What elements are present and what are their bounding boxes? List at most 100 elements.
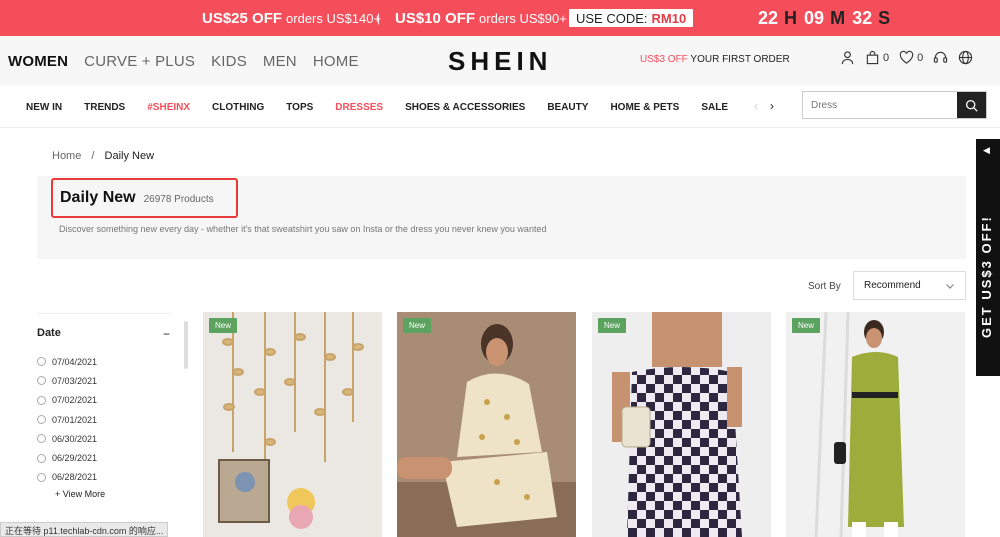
date-option[interactable]: 07/02/2021	[37, 391, 97, 410]
category-men[interactable]: MEN	[263, 53, 297, 70]
date-option[interactable]: 06/28/2021	[37, 468, 97, 487]
product-card[interactable]: New	[786, 312, 965, 537]
nav-dresses[interactable]: DRESSES	[335, 102, 383, 113]
breadcrumb-current: Daily New	[104, 150, 155, 162]
title-highlight: Daily New 26978 Products	[51, 178, 238, 218]
nav-sale[interactable]: SALE	[701, 102, 728, 113]
timer-seconds-unit: S	[878, 7, 891, 28]
date-option-label: 06/29/2021	[52, 453, 98, 464]
cart-count: 0	[883, 51, 890, 64]
page-title: Daily New	[60, 189, 136, 206]
product-card[interactable]: New	[203, 312, 382, 537]
site-header: WOMEN CURVE + PLUS KIDS MEN HOME SHEIN U…	[0, 36, 1000, 86]
support-button[interactable]	[933, 50, 948, 65]
breadcrumb-home[interactable]: Home	[52, 150, 81, 162]
timer-seconds: 32	[852, 7, 873, 28]
new-badge: New	[792, 318, 821, 333]
promo-offer-1-condition: orders US$140+	[286, 10, 382, 26]
globe-icon	[959, 50, 973, 65]
nav-sheinx[interactable]: #SHEINX	[147, 102, 190, 113]
get-offer-side-tab[interactable]: ◀ GET US$3 OFF!	[976, 139, 1000, 376]
nav-clothing[interactable]: CLOTHING	[212, 102, 264, 113]
promo-offer-2: US$10 OFF orders US$90+	[395, 0, 567, 36]
search-icon	[965, 99, 978, 112]
promo-code-box[interactable]: USE CODE: RM10	[569, 9, 694, 27]
headset-icon	[934, 51, 948, 63]
nav-prev-arrow[interactable]: ‹	[754, 99, 758, 113]
nav-tops[interactable]: TOPS	[286, 102, 313, 113]
breadcrumb: Home / Daily New	[52, 150, 154, 162]
filter-scrollbar[interactable]	[184, 321, 188, 369]
promo-banner[interactable]: US$25 OFF orders US$140+ | US$10 OFF ord…	[0, 0, 1000, 36]
date-option-label: 07/04/2021	[52, 356, 98, 367]
promo-offer-1-amount: US$25 OFF	[202, 9, 283, 27]
heart-icon	[899, 50, 914, 64]
timer-minutes-unit: M	[830, 7, 846, 28]
collapse-icon[interactable]: −	[163, 327, 170, 341]
side-tab-text: GET US$3 OFF!	[979, 215, 994, 338]
radio-icon	[37, 434, 46, 444]
promo-offer-2-condition: orders US$90+	[479, 10, 567, 26]
cart-button[interactable]: 0	[865, 50, 889, 65]
site-logo[interactable]: SHEIN	[448, 46, 552, 77]
nav-shoes-accessories[interactable]: SHOES & ACCESSORIES	[405, 102, 525, 113]
language-button[interactable]	[958, 50, 973, 65]
date-option-label: 06/30/2021	[52, 433, 98, 444]
search-input[interactable]	[803, 92, 957, 118]
nav-new-in[interactable]: NEW IN	[26, 102, 62, 113]
date-option-label: 07/01/2021	[52, 414, 98, 425]
first-order-offer[interactable]: US$3 OFF YOUR FIRST ORDER	[640, 54, 790, 65]
browser-status-bar: 正在等待 p11.techlab-cdn.com 的响应...	[0, 522, 169, 537]
radio-icon	[37, 415, 46, 425]
date-filter-list: 07/04/2021 07/03/2021 07/02/2021 07/01/2…	[37, 352, 97, 487]
date-option[interactable]: 06/30/2021	[37, 429, 97, 448]
triangle-left-icon: ◀	[983, 145, 990, 155]
promo-offer-2-amount: US$10 OFF	[395, 9, 476, 27]
product-card[interactable]: New	[592, 312, 771, 537]
breadcrumb-separator: /	[91, 150, 95, 162]
product-image	[203, 312, 382, 537]
timer-hours-unit: H	[784, 7, 798, 28]
nav-beauty[interactable]: BEAUTY	[547, 102, 588, 113]
product-image	[397, 312, 576, 537]
sort-label: Sort By	[808, 281, 841, 292]
new-badge: New	[403, 318, 432, 333]
chevron-down-icon	[946, 284, 954, 289]
account-button[interactable]	[840, 50, 855, 65]
date-option-label: 07/02/2021	[52, 395, 98, 406]
category-women[interactable]: WOMEN	[8, 53, 68, 70]
nav-next-arrow[interactable]: ›	[770, 99, 774, 113]
nav-home-pets[interactable]: HOME & PETS	[610, 102, 679, 113]
date-option[interactable]: 07/03/2021	[37, 371, 97, 390]
nav-trends[interactable]: TRENDS	[84, 102, 125, 113]
search-button[interactable]	[957, 92, 986, 118]
product-count: 26978 Products	[143, 194, 214, 205]
search-box	[802, 91, 987, 119]
countdown-timer: 22 H 09 M 32 S	[758, 0, 897, 36]
sort-dropdown[interactable]: Recommend	[853, 271, 966, 300]
category-description: Discover something new every day - wheth…	[59, 224, 547, 234]
date-option-label: 07/03/2021	[52, 375, 98, 386]
product-image	[592, 312, 771, 537]
category-tabs: WOMEN CURVE + PLUS KIDS MEN HOME	[8, 36, 375, 86]
product-card[interactable]: New	[397, 312, 576, 537]
category-home[interactable]: HOME	[313, 53, 359, 70]
timer-hours: 22	[758, 7, 779, 28]
category-kids[interactable]: KIDS	[211, 53, 247, 70]
view-more-link[interactable]: + View More	[55, 489, 105, 499]
date-option[interactable]: 07/04/2021	[37, 352, 97, 371]
filter-date-header[interactable]: Date −	[37, 327, 170, 341]
new-badge: New	[209, 318, 238, 333]
promo-separator: |	[377, 11, 381, 25]
wishlist-button[interactable]: 0	[899, 50, 923, 65]
new-badge: New	[598, 318, 627, 333]
promo-code-value: RM10	[651, 10, 687, 26]
wishlist-count: 0	[917, 51, 924, 64]
date-option[interactable]: 07/01/2021	[37, 410, 97, 429]
radio-icon	[37, 376, 46, 386]
radio-icon	[37, 472, 46, 482]
category-curve-plus[interactable]: CURVE + PLUS	[84, 53, 195, 70]
date-option[interactable]: 06/29/2021	[37, 448, 97, 467]
product-image	[786, 312, 965, 537]
radio-icon	[37, 357, 46, 367]
